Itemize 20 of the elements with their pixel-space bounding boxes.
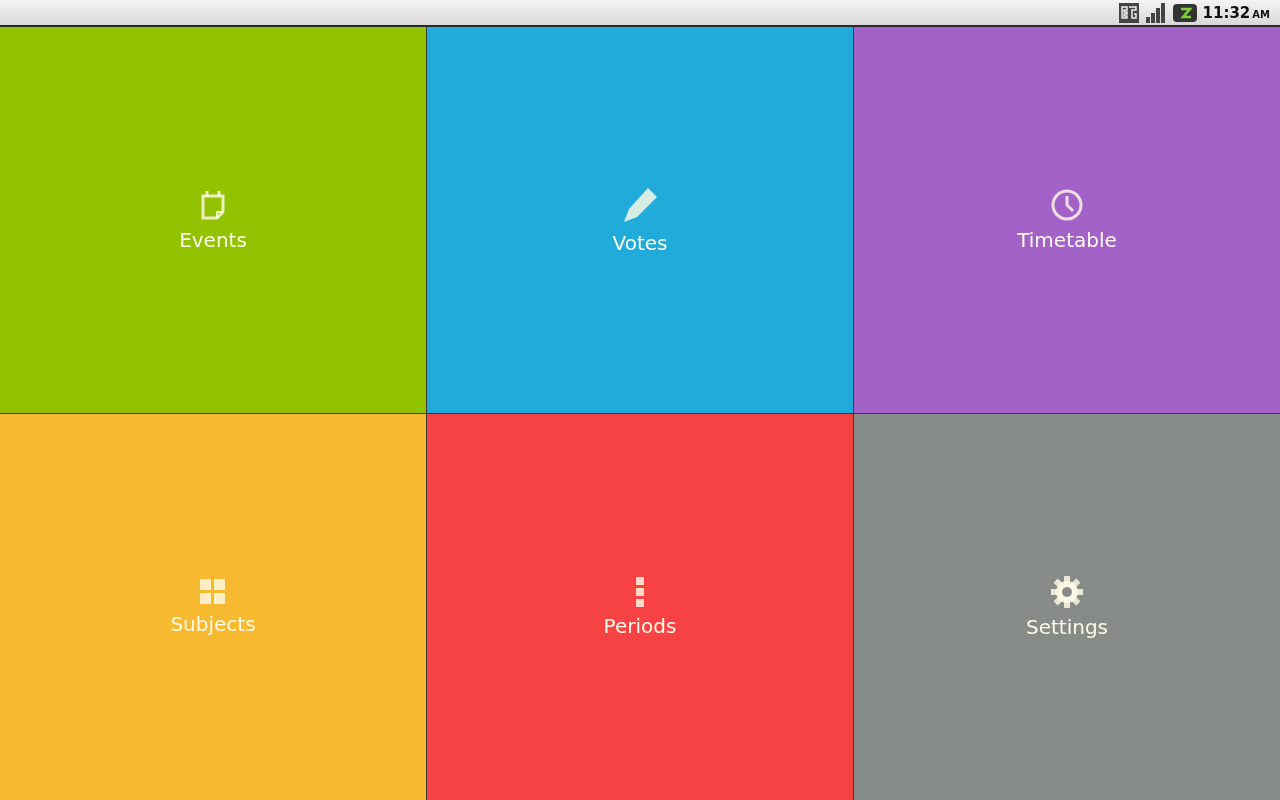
- vertical-dots-icon: [635, 576, 645, 608]
- clock-time: 11:32: [1202, 3, 1251, 22]
- menu-tile[interactable]: Votes: [427, 27, 853, 413]
- menu-tile[interactable]: Periods: [427, 414, 853, 800]
- tile-label: Periods: [603, 614, 677, 638]
- menu-tile[interactable]: Timetable: [854, 27, 1280, 413]
- settings-icon: [1050, 575, 1084, 609]
- menu-tile[interactable]: Events: [0, 27, 426, 413]
- clock-period: AM: [1252, 8, 1270, 20]
- grid-icon: [199, 578, 227, 606]
- menu-tile[interactable]: Subjects: [0, 414, 426, 800]
- battery-icon: [1172, 3, 1197, 22]
- tile-label: Settings: [1026, 615, 1108, 639]
- signal-icon: [1144, 2, 1167, 23]
- tile-label: Votes: [612, 231, 668, 255]
- clock-icon: [1050, 188, 1084, 222]
- tile-label: Subjects: [170, 612, 256, 636]
- tile-label: Events: [179, 228, 247, 252]
- menu-tile[interactable]: Settings: [854, 414, 1280, 800]
- tile-label: Timetable: [1017, 228, 1117, 252]
